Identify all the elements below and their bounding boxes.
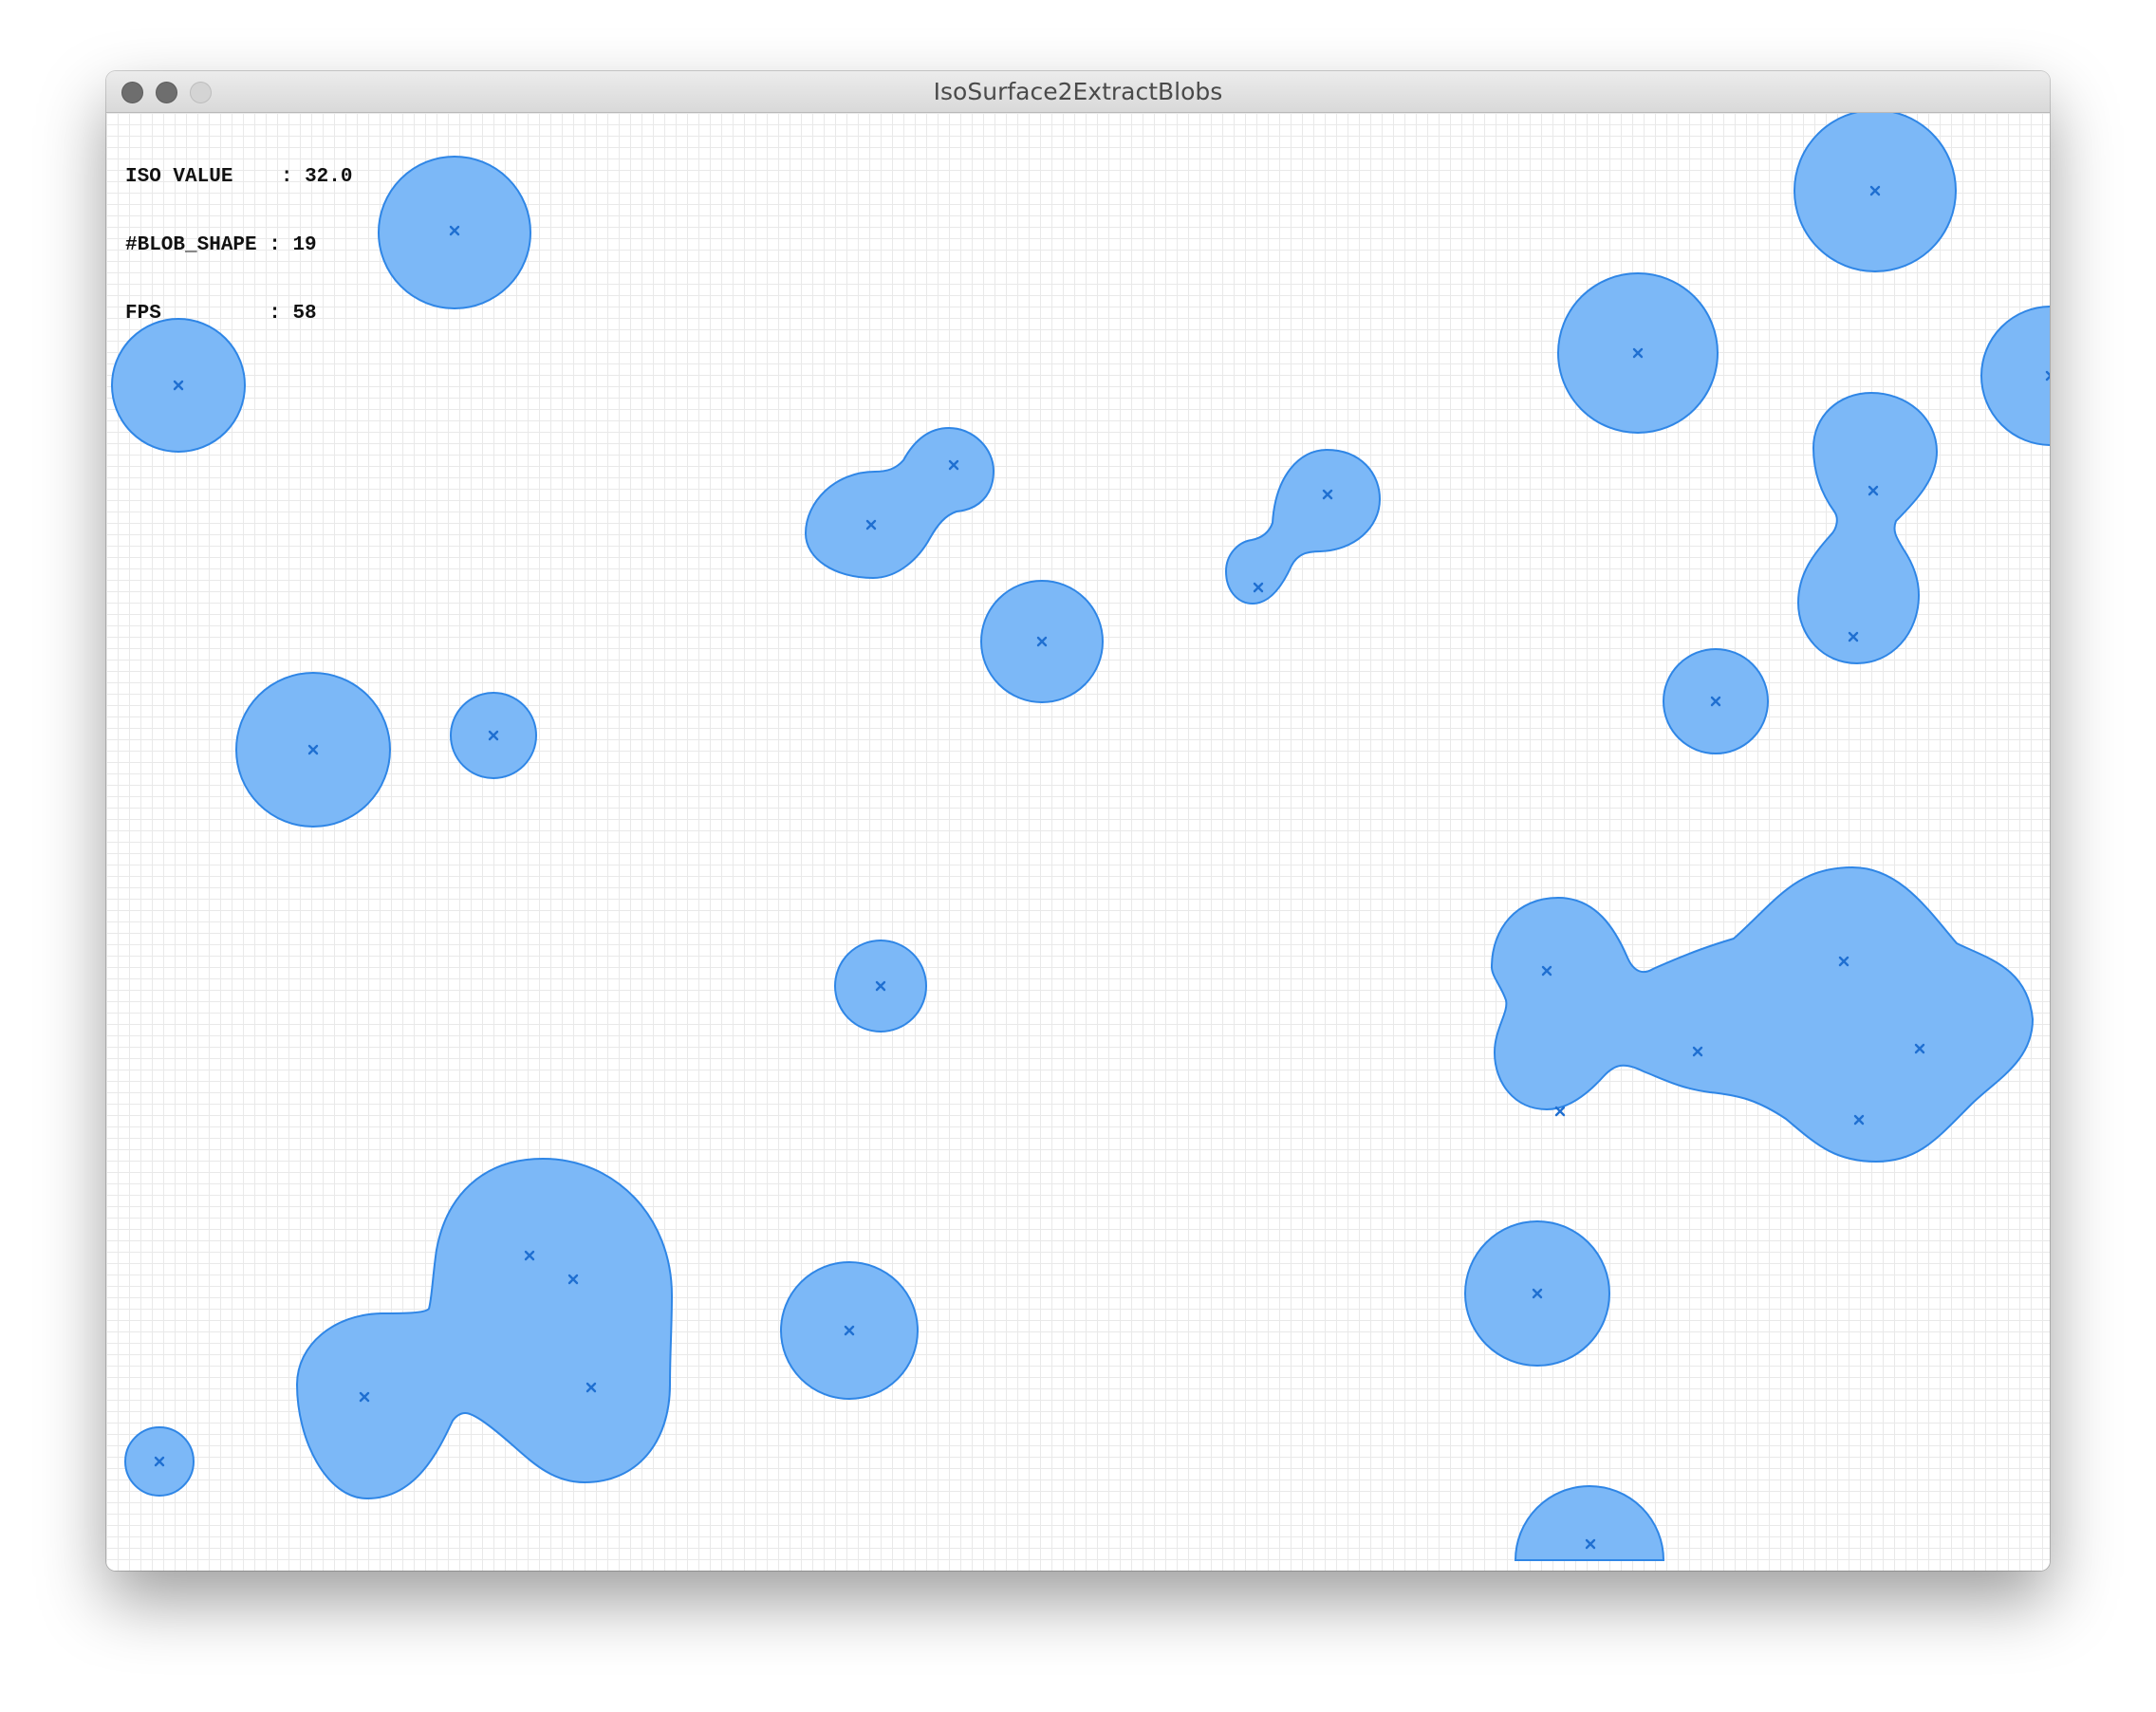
blob-count-value: 19 bbox=[292, 234, 317, 256]
window-title: IsoSurface2ExtractBlobs bbox=[933, 78, 1223, 105]
blob-count-label: #BLOB_SHAPE bbox=[125, 234, 257, 256]
blob-shape bbox=[295, 1157, 674, 1500]
title-bar[interactable]: IsoSurface2ExtractBlobs bbox=[106, 71, 2050, 113]
iso-value-label: ISO VALUE bbox=[125, 166, 233, 188]
fps-value: 58 bbox=[292, 303, 317, 325]
blob-count-row: #BLOB_SHAPE : 19 bbox=[125, 234, 352, 257]
blob-center-marker bbox=[1554, 1106, 1566, 1117]
fps-row: FPS : 58 bbox=[125, 303, 352, 326]
iso-separator: : bbox=[280, 166, 293, 188]
fps-label: FPS bbox=[125, 303, 161, 325]
fps-separator: : bbox=[269, 303, 281, 325]
blob-shape bbox=[1514, 1485, 1665, 1561]
stats-overlay: ISO VALUE : 32.0 #BLOB_SHAPE : 19 FPS : … bbox=[125, 121, 352, 371]
blob-shape bbox=[378, 156, 531, 309]
blob-shape bbox=[1224, 448, 1382, 605]
render-canvas[interactable]: ISO VALUE : 32.0 #BLOB_SHAPE : 19 FPS : … bbox=[106, 113, 2050, 1571]
blob-shape bbox=[804, 426, 995, 580]
blob-shape bbox=[1490, 865, 2035, 1163]
app-window: IsoSurface2ExtractBlobs ISO VALUE: 32.0… bbox=[106, 71, 2050, 1571]
blob-separator: : bbox=[269, 234, 281, 256]
blob-shape bbox=[1796, 391, 1939, 665]
blob-shape bbox=[1980, 306, 2050, 446]
iso-value: 32.0 bbox=[305, 166, 353, 188]
blob-layer bbox=[111, 113, 2050, 1561]
iso-value-row: ISO VALUE : 32.0 bbox=[125, 166, 352, 189]
